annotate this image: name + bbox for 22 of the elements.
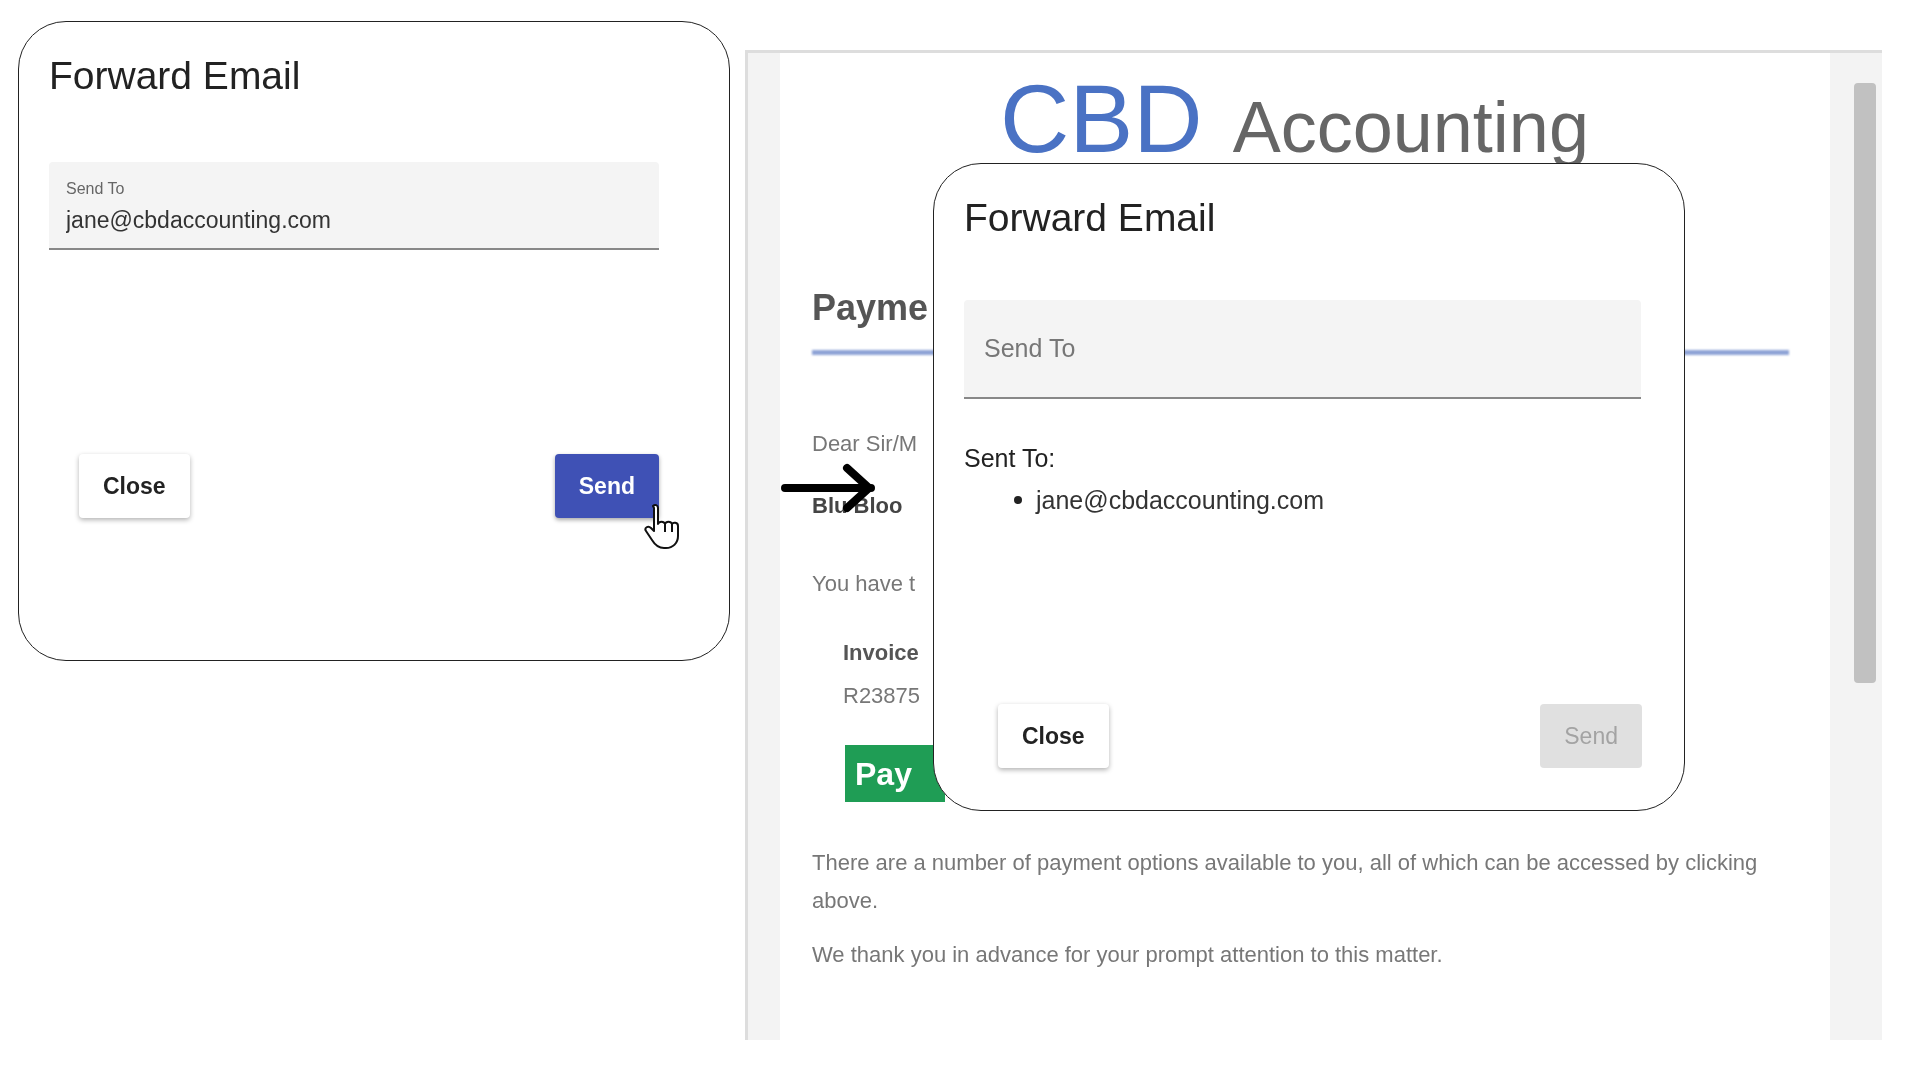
invoice-number: R23875	[843, 682, 921, 710]
email-text: Dear Sir/M	[812, 430, 918, 458]
scrollbar[interactable]	[1854, 83, 1876, 683]
logo-brand: CBD	[1000, 71, 1203, 167]
section-heading: Payme	[812, 290, 929, 326]
send-to-field[interactable]: Send To	[964, 300, 1641, 399]
email-text: You have t	[812, 570, 917, 598]
bullet-icon	[1014, 496, 1022, 505]
close-button[interactable]: Close	[998, 704, 1109, 768]
sent-to-label: Sent To:	[964, 443, 1057, 474]
close-button[interactable]: Close	[79, 454, 190, 518]
email-input[interactable]: jane@cbdaccounting.com	[66, 203, 642, 238]
email-paragraph: We thank you in advance for your prompt attention to this matter.	[812, 941, 1444, 969]
recipient-email: jane@cbdaccounting.com	[1036, 484, 1325, 516]
send-button[interactable]: Send	[554, 454, 659, 518]
send-to-field[interactable]: Send To jane@cbdaccounting.com	[49, 162, 659, 250]
field-label: Send To	[66, 179, 126, 199]
dialog-title: Forward Email	[49, 53, 301, 99]
invoice-label: Invoice	[843, 639, 920, 667]
email-paragraph: There are a number of payment options available to you, all of which can be accessed by clicking above.	[812, 849, 1759, 915]
dialog-title: Forward Email	[964, 195, 1216, 241]
logo-text: Accounting	[1232, 91, 1589, 163]
